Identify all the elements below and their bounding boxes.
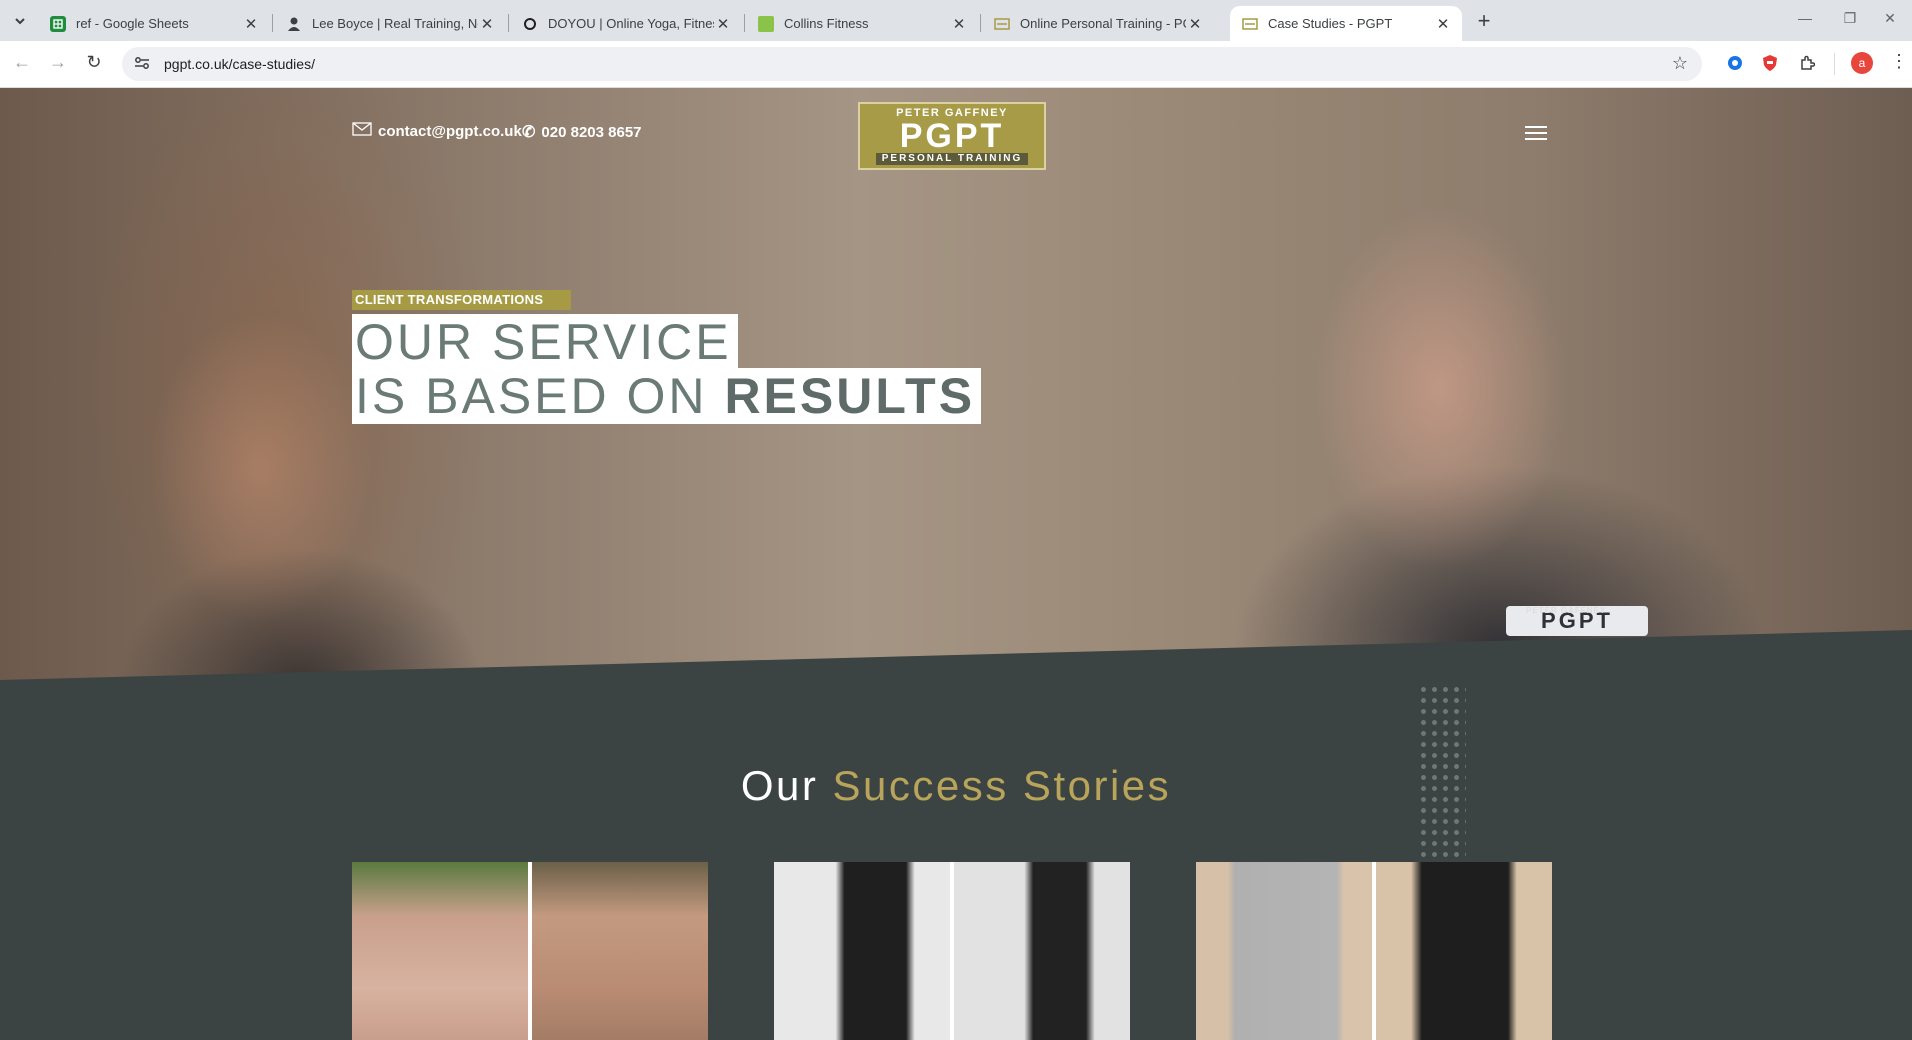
tab-title: DOYOU | Online Yoga, Fitness, & <box>548 16 714 31</box>
tab-case-studies[interactable]: Case Studies - PGPT ✕ <box>1230 6 1462 41</box>
before-photo <box>352 862 528 1040</box>
tab-title: Case Studies - PGPT <box>1268 16 1393 31</box>
tshirt-logo: PETER GAFFNEY PGPT <box>1506 606 1648 636</box>
close-icon[interactable]: ✕ <box>478 15 496 33</box>
envelope-icon <box>352 122 372 141</box>
more-menu-icon[interactable]: ⋮ <box>1890 51 1908 72</box>
phone-text: 020 8203 8657 <box>541 123 642 141</box>
case-study-card[interactable] <box>774 862 1130 1040</box>
reload-icon[interactable]: ↻ <box>82 52 106 73</box>
tab-title: Online Personal Training - PGPT <box>1020 16 1186 31</box>
close-icon[interactable]: ✕ <box>714 15 732 33</box>
tab-title: ref - Google Sheets <box>76 16 189 31</box>
back-icon[interactable]: ← <box>10 52 34 73</box>
site-logo[interactable]: PETER GAFFNEY PGPT PERSONAL TRAINING <box>858 102 1046 170</box>
tab-strip: ref - Google Sheets ✕ Lee Boyce | Real T… <box>0 0 1912 41</box>
pgpt-icon <box>994 16 1010 32</box>
circle-icon <box>522 16 538 32</box>
restore-icon[interactable]: ❐ <box>1830 10 1870 27</box>
window-close-icon[interactable]: ✕ <box>1870 10 1910 27</box>
after-photo <box>1376 862 1552 1040</box>
toolbar-divider <box>1834 53 1835 75</box>
close-icon[interactable]: ✕ <box>1434 15 1452 33</box>
phone-icon: ✆ <box>522 124 536 141</box>
email-text: contact@pgpt.co.uk <box>378 123 522 140</box>
site-info-icon[interactable] <box>134 56 154 73</box>
header-phone[interactable]: ✆ 020 8203 8657 <box>522 122 642 142</box>
green-square-icon <box>758 15 774 32</box>
new-tab-button[interactable]: + <box>1470 8 1498 34</box>
browser-toolbar: ← → ↻ ☆ a ⋮ <box>0 41 1912 88</box>
close-icon[interactable]: ✕ <box>950 15 968 33</box>
webpage: contact@pgpt.co.uk ✆ 020 8203 8657 PETER… <box>0 88 1912 1040</box>
tab-online-personal-training[interactable]: Online Personal Training - PGPT ✕ <box>982 6 1214 41</box>
forward-icon[interactable]: → <box>46 52 70 73</box>
header-email[interactable]: contact@pgpt.co.uk <box>352 122 522 141</box>
hero-headline-line1: OUR SERVICE <box>352 314 738 370</box>
url-input[interactable] <box>162 55 1566 73</box>
sheets-icon <box>50 15 66 32</box>
pgpt-icon <box>1242 16 1258 32</box>
tab-search-button[interactable] <box>8 9 32 33</box>
section-title: Our Success Stories <box>740 762 1172 809</box>
tab-separator <box>272 14 273 32</box>
tab-title: Collins Fitness <box>784 16 869 31</box>
tab-separator <box>980 14 981 32</box>
hero-kicker: CLIENT TRANSFORMATIONS <box>352 290 572 310</box>
shield-extension-icon[interactable] <box>1760 53 1780 73</box>
after-photo <box>954 862 1130 1040</box>
profile-avatar[interactable]: a <box>1851 52 1873 74</box>
extensions-puzzle-icon[interactable] <box>1797 53 1817 73</box>
tab-separator <box>744 14 745 32</box>
tab-google-sheets[interactable]: ref - Google Sheets ✕ <box>38 6 270 41</box>
tab-collins-fitness[interactable]: Collins Fitness ✕ <box>746 6 978 41</box>
person-icon <box>286 16 302 32</box>
bookmark-star-icon[interactable]: ☆ <box>1672 53 1688 74</box>
tab-title: Lee Boyce | Real Training, No N <box>312 16 478 31</box>
hamburger-icon[interactable] <box>1525 126 1547 144</box>
before-photo <box>1196 862 1372 1040</box>
tab-lee-boyce[interactable]: Lee Boyce | Real Training, No N ✕ <box>274 6 506 41</box>
case-study-card[interactable] <box>1196 862 1552 1040</box>
after-photo <box>532 862 708 1040</box>
close-icon[interactable]: ✕ <box>242 15 260 33</box>
tab-separator <box>508 14 509 32</box>
hero-headline-line2: IS BASED ON RESULTS <box>352 368 982 424</box>
chevron-down-icon <box>15 18 25 25</box>
close-icon[interactable]: ✕ <box>1186 15 1204 33</box>
extension-globe-icon[interactable] <box>1725 53 1745 73</box>
case-study-card[interactable] <box>352 862 708 1040</box>
before-photo <box>774 862 950 1040</box>
minimize-icon[interactable]: — <box>1785 10 1825 26</box>
address-bar[interactable]: ☆ <box>122 47 1702 81</box>
tab-doyou[interactable]: DOYOU | Online Yoga, Fitness, & ✕ <box>510 6 742 41</box>
